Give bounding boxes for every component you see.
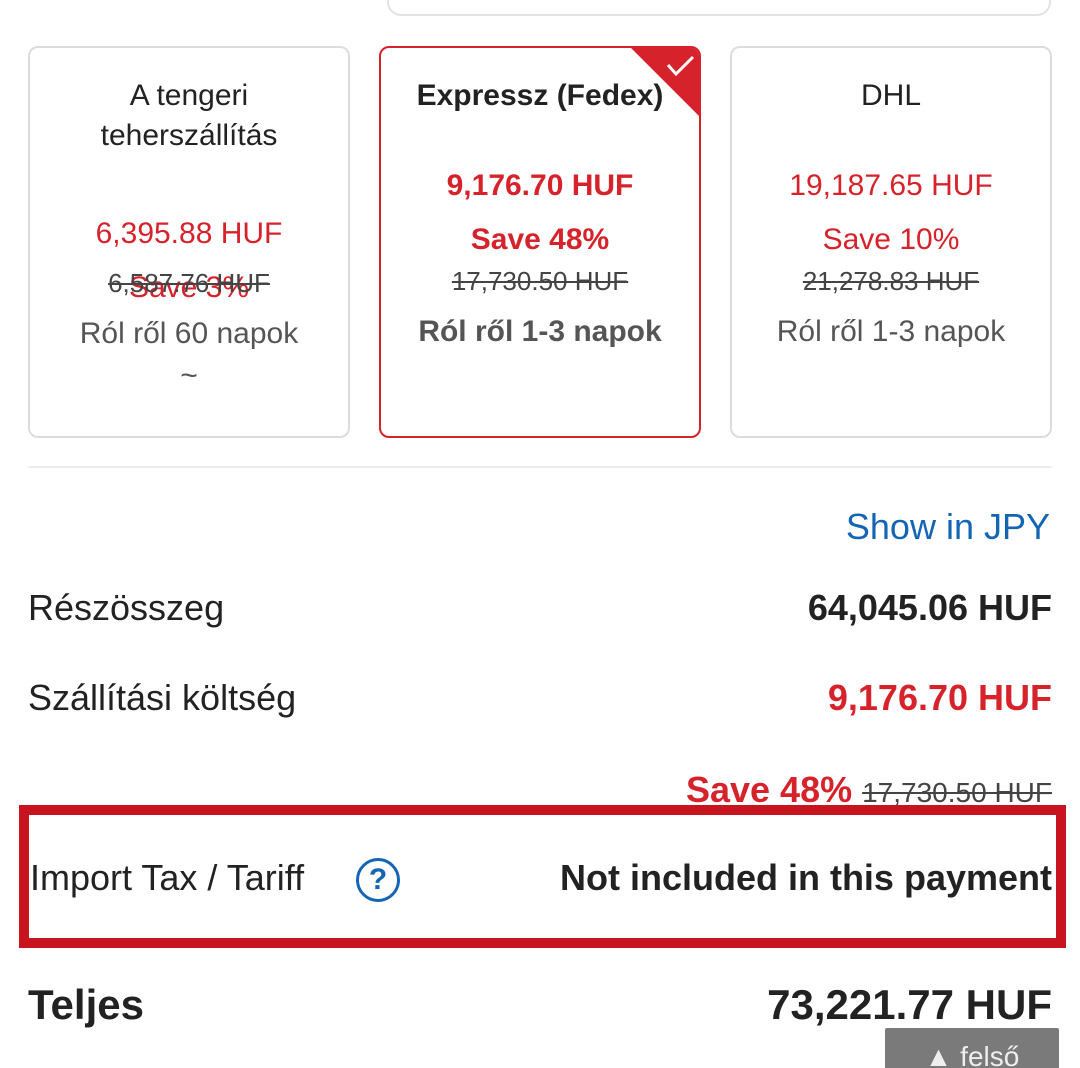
back-to-top-button[interactable]: ▲ felső (885, 1028, 1059, 1068)
total-label: Teljes (28, 981, 144, 1028)
shipping-option-express-fedex[interactable]: Expressz (Fedex) 9,176.70 HUF Save 48% 1… (379, 46, 701, 438)
subtotal-value: 64,045.06 HUF (807, 587, 1052, 628)
shipping-option-save: Save 10% (822, 223, 960, 256)
total-value: 73,221.77 HUF (767, 981, 1052, 1028)
shipping-option-price: 6,395.88 HUF (95, 217, 283, 250)
import-tax-value: Not included in this payment (559, 857, 1052, 898)
shipping-option-save: Save 48% (470, 223, 610, 256)
import-tax-label: Import Tax / Tariff (30, 857, 305, 898)
selected-check-icon (631, 48, 699, 116)
help-question-icon[interactable]: ? (356, 858, 400, 902)
shipping-option-name: A tengeri teherszállítás (100, 79, 278, 152)
shipping-option-name: DHL (860, 79, 921, 112)
shipping-option-original-price: 21,278.83 HUF (802, 266, 980, 296)
section-divider (28, 466, 1052, 468)
shipping-save-percent: Save 48% (685, 769, 853, 810)
shipping-option-delivery: Ról ről 1-3 napok (776, 315, 1006, 348)
shipping-option-delivery-extra: ~ (180, 359, 198, 392)
shipping-option-original-price: 17,730.50 HUF (451, 266, 629, 296)
shipping-original-price: 17,730.50 HUF (862, 777, 1052, 808)
shipping-option-sea-freight[interactable]: A tengeri teherszállítás 6,395.88 HUF Sa… (28, 46, 350, 438)
shipping-option-original-price: 6,587.76 HUF (108, 268, 270, 298)
top-partial-box (387, 0, 1051, 16)
shipping-option-dhl[interactable]: DHL 19,187.65 HUF Save 10% 21,278.83 HUF… (730, 46, 1052, 438)
shipping-cost-value: 9,176.70 HUF (827, 677, 1052, 718)
show-in-jpy-link[interactable]: Show in JPY (846, 505, 1050, 549)
shipping-option-price: 19,187.65 HUF (789, 169, 993, 202)
shipping-option-delivery: Ról ről 1-3 napok (418, 315, 662, 348)
shipping-option-delivery: Ról ről 60 napok (79, 317, 299, 350)
subtotal-label: Részösszeg (28, 587, 225, 628)
shipping-option-price: 9,176.70 HUF (446, 169, 634, 202)
shipping-cost-label: Szállítási költség (28, 677, 297, 718)
